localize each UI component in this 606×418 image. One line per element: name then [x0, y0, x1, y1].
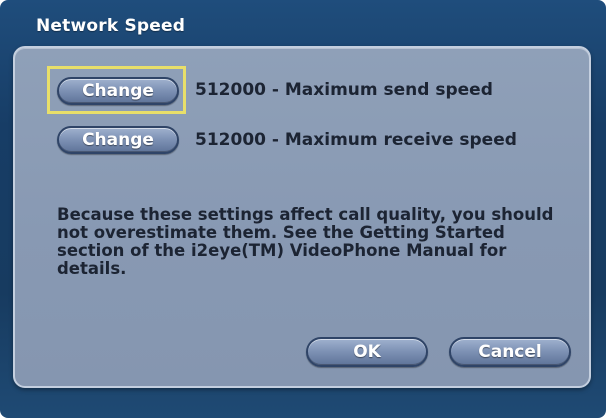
send-speed-separator: - [271, 80, 279, 100]
send-speed-value: 512000 [195, 80, 266, 100]
receive-speed-description: Maximum receive speed [284, 130, 517, 150]
receive-speed-row: 512000 - Maximum receive speed [195, 130, 517, 150]
receive-speed-value: 512000 [195, 130, 266, 150]
send-speed-row: 512000 - Maximum send speed [195, 80, 493, 100]
change-send-speed-button[interactable]: Change [57, 77, 179, 105]
cancel-button[interactable]: Cancel [449, 337, 571, 367]
quality-warning-text: Because these settings affect call quali… [57, 205, 554, 278]
dialog-title: Network Speed [36, 16, 186, 36]
receive-speed-separator: - [271, 130, 279, 150]
send-speed-description: Maximum send speed [284, 80, 493, 100]
ok-button[interactable]: OK [306, 337, 428, 367]
change-receive-speed-button[interactable]: Change [57, 126, 179, 154]
network-speed-dialog: Network Speed Change 512000 - Maximum se… [0, 0, 606, 418]
